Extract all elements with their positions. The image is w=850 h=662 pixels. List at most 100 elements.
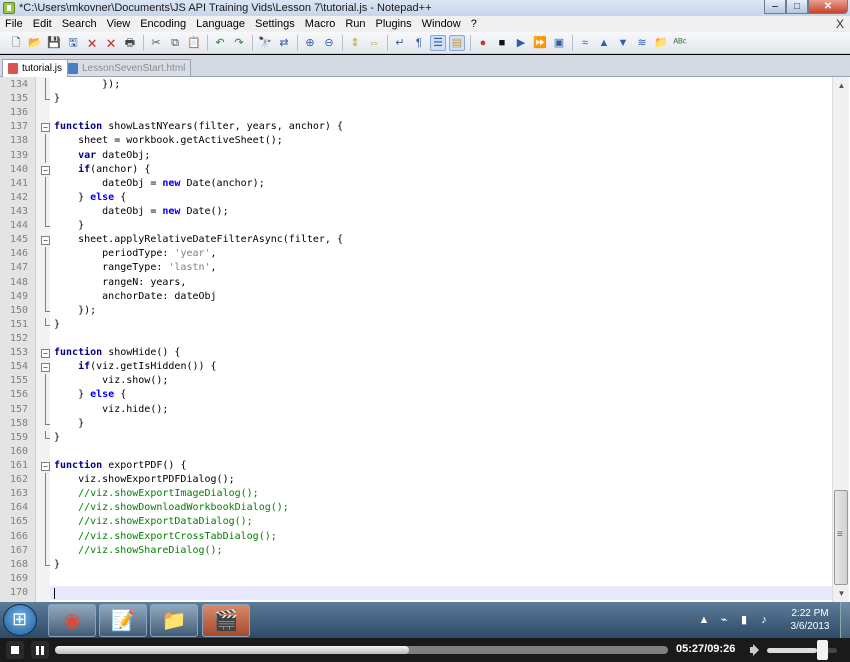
replace-icon[interactable]: ⇄ [276,35,292,51]
code-line[interactable]: 160 [10,445,832,459]
menu-file[interactable]: File [0,18,28,30]
code-line[interactable]: 150 }); [10,303,832,318]
stop-macro-icon[interactable]: ■ [494,35,510,51]
fold-toggle-icon[interactable]: − [41,363,50,373]
code-line[interactable]: 141 dateObj = new Date(anchor); [10,176,832,191]
undo-icon[interactable]: ↶ [212,35,228,51]
code-line[interactable]: 149 anchorDate: dateObj [10,289,832,304]
close-document-icon[interactable]: X [836,17,844,31]
code-line[interactable]: 136 [10,106,832,120]
code-line[interactable]: 159} [10,430,832,445]
indent-guide-icon[interactable]: ☰ [430,34,446,51]
move-up-icon[interactable]: ▲ [596,35,612,51]
cut-icon[interactable]: ✂ [148,35,164,51]
code-line[interactable]: 166 //viz.showExportCrossTabDialog(); [10,529,832,544]
menu-settings[interactable]: Settings [250,18,300,30]
editor[interactable]: 134 }); 135} 136 137− function showLastNYear… [0,77,850,602]
scrollbar-thumb[interactable] [834,490,848,585]
notepadpp-taskbar-icon[interactable]: 📝 [99,604,147,637]
folder-icon[interactable]: 📁 [653,35,669,51]
save-macro-icon[interactable]: ▣ [551,35,567,51]
code-line[interactable]: 170 [10,585,832,601]
code-line[interactable]: 148 rangeN: years, [10,275,832,290]
code-line[interactable]: 162 viz.showExportPDFDialog(); [10,473,832,488]
code-line[interactable]: 134 }); [10,78,832,93]
move-down-icon[interactable]: ▼ [615,35,631,51]
scroll-down-icon[interactable]: ▼ [833,585,850,602]
code-line[interactable]: 164 //viz.showDownloadWorkbookDialog(); [10,501,832,516]
record-macro-icon[interactable]: ● [475,35,491,51]
menu-view[interactable]: View [102,18,136,30]
print-icon[interactable]: 🖶 [122,35,138,51]
code-line[interactable]: 147 rangeType: 'lastn', [10,261,832,276]
tray-expand-icon[interactable]: ▲ [697,613,711,627]
minimize-button[interactable]: ‒ [764,0,786,14]
code-line[interactable]: 140 − if(anchor) { [10,163,832,177]
code-line[interactable]: 156 } else { [10,388,832,403]
explorer-taskbar-icon[interactable]: 📁 [150,604,198,637]
scroll-up-icon[interactable]: ▲ [833,77,850,94]
fold-toggle-icon[interactable]: − [41,461,50,471]
show-all-chars-icon[interactable]: ¶ [411,35,427,51]
new-file-icon[interactable]: 🗋 [8,35,24,51]
fold-toggle-icon[interactable]: − [41,349,50,359]
spellcheck-icon[interactable]: ᴬᴮᶜ [672,35,688,51]
collapse-icon[interactable]: ≈ [577,35,593,51]
code-area[interactable]: 134 }); 135} 136 137− function showLastNYear… [10,78,832,601]
code-line[interactable]: 165 //viz.showExportDataDialog(); [10,515,832,530]
find-icon[interactable]: 🔭 [257,35,273,51]
code-line[interactable]: 142 } else { [10,190,832,205]
power-icon[interactable]: ⌁ [717,613,731,627]
close-button[interactable]: ✕ [808,0,848,14]
fold-toggle-icon[interactable]: − [41,236,50,246]
network-icon[interactable]: ▮ [737,613,751,627]
chrome-taskbar-icon[interactable]: ◉ [48,604,96,637]
menu-window[interactable]: Window [417,18,466,30]
code-line[interactable]: 168} [10,557,832,572]
code-line[interactable]: 146 periodType: 'year', [10,247,832,262]
tab-tutorial-js[interactable]: tutorial.js [2,59,69,77]
sync-horizontal-icon[interactable]: ⇔ [366,35,382,51]
save-all-icon[interactable]: 🖫 [65,35,81,51]
code-line[interactable]: 155 viz.show(); [10,374,832,389]
menu-run[interactable]: Run [340,18,370,30]
close-file-icon[interactable]: 🗙 [84,35,100,51]
code-line[interactable]: 167 //viz.showShareDialog(); [10,543,832,558]
open-file-icon[interactable]: 📂 [27,35,43,51]
fold-toggle-icon[interactable]: − [41,123,50,133]
maximize-button[interactable]: □ [786,0,808,14]
menu-edit[interactable]: Edit [28,18,57,30]
sync-vertical-icon[interactable]: ⇕ [347,35,363,51]
code-line[interactable]: 139 var dateObj; [10,148,832,163]
code-line[interactable]: 145 − sheet.applyRelativeDateFilterAsync(… [10,233,832,247]
code-line[interactable]: 157 viz.hide(); [10,402,832,417]
recorder-taskbar-icon[interactable]: 🎬 [202,604,250,637]
code-line[interactable]: 144 } [10,219,832,233]
volume-tray-icon[interactable]: ♪ [757,613,771,627]
code-line[interactable]: 169 [10,572,832,586]
volume-icon[interactable] [748,642,762,658]
menu-help[interactable]: ? [466,18,482,30]
zoom-out-icon[interactable]: ⊖ [321,35,337,51]
fold-toggle-icon[interactable]: − [41,165,50,175]
pause-button[interactable] [31,641,49,659]
seek-bar[interactable] [55,646,668,654]
code-line[interactable]: 137 − function showLastNYears(filter, year… [10,120,832,134]
code-line[interactable]: 152 [10,332,832,346]
volume-knob[interactable] [817,640,828,660]
menu-language[interactable]: Language [191,18,250,30]
menu-search[interactable]: Search [57,18,102,30]
code-line[interactable]: 151} [10,317,832,332]
code-line[interactable]: 161 − function exportPDF() { [10,459,832,473]
code-line[interactable]: 154 − if(viz.getIsHidden()) { [10,360,832,374]
word-wrap-icon[interactable]: ↵ [392,35,408,51]
close-all-icon[interactable]: 🗙 [103,35,119,51]
redo-icon[interactable]: ↷ [231,35,247,51]
code-line[interactable]: 163 //viz.showExportImageDialog(); [10,487,832,502]
play-macro-icon[interactable]: ▶ [513,35,529,51]
menu-macro[interactable]: Macro [300,18,341,30]
menu-encoding[interactable]: Encoding [135,18,191,30]
start-button[interactable] [3,604,37,636]
zoom-in-icon[interactable]: ⊕ [302,35,318,51]
paste-icon[interactable]: 📋 [186,35,202,51]
